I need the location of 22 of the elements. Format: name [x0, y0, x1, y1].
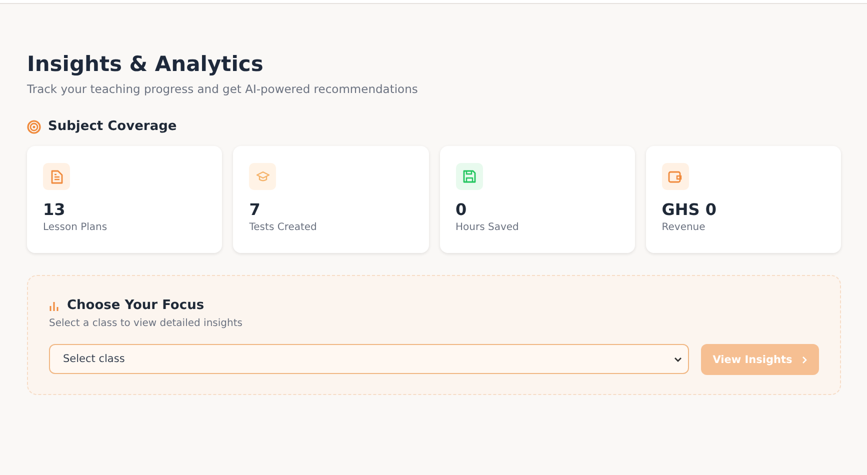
floppy-disk-icon: [462, 170, 476, 183]
document-icon: [50, 170, 62, 184]
stat-label: Hours Saved: [456, 222, 520, 233]
focus-subtitle: Select a class to view detailed insights: [49, 318, 244, 329]
target-icon: [27, 120, 41, 134]
stat-label: Lesson Plans: [43, 222, 108, 233]
stat-value: GHS 0: [662, 200, 718, 219]
page-title: Insights & Analytics: [27, 52, 264, 76]
focus-title: Choose Your Focus: [67, 298, 204, 313]
stat-value: 0: [456, 200, 468, 219]
stat-label: Tests Created: [249, 222, 318, 233]
chevron-right-icon: [802, 356, 808, 364]
graduation-cap-icon: [256, 171, 270, 182]
section-title: Subject Coverage: [48, 119, 177, 134]
stat-label: Revenue: [662, 222, 706, 233]
chevron-down-icon: [674, 356, 682, 362]
stat-value: 13: [43, 200, 66, 219]
class-select[interactable]: Select class: [49, 344, 689, 374]
wallet-icon: [668, 170, 682, 182]
bar-chart-icon: [49, 300, 59, 310]
stat-value: 7: [249, 200, 262, 219]
page-subtitle: Track your teaching progress and get AI-powered recommendations: [27, 82, 419, 96]
